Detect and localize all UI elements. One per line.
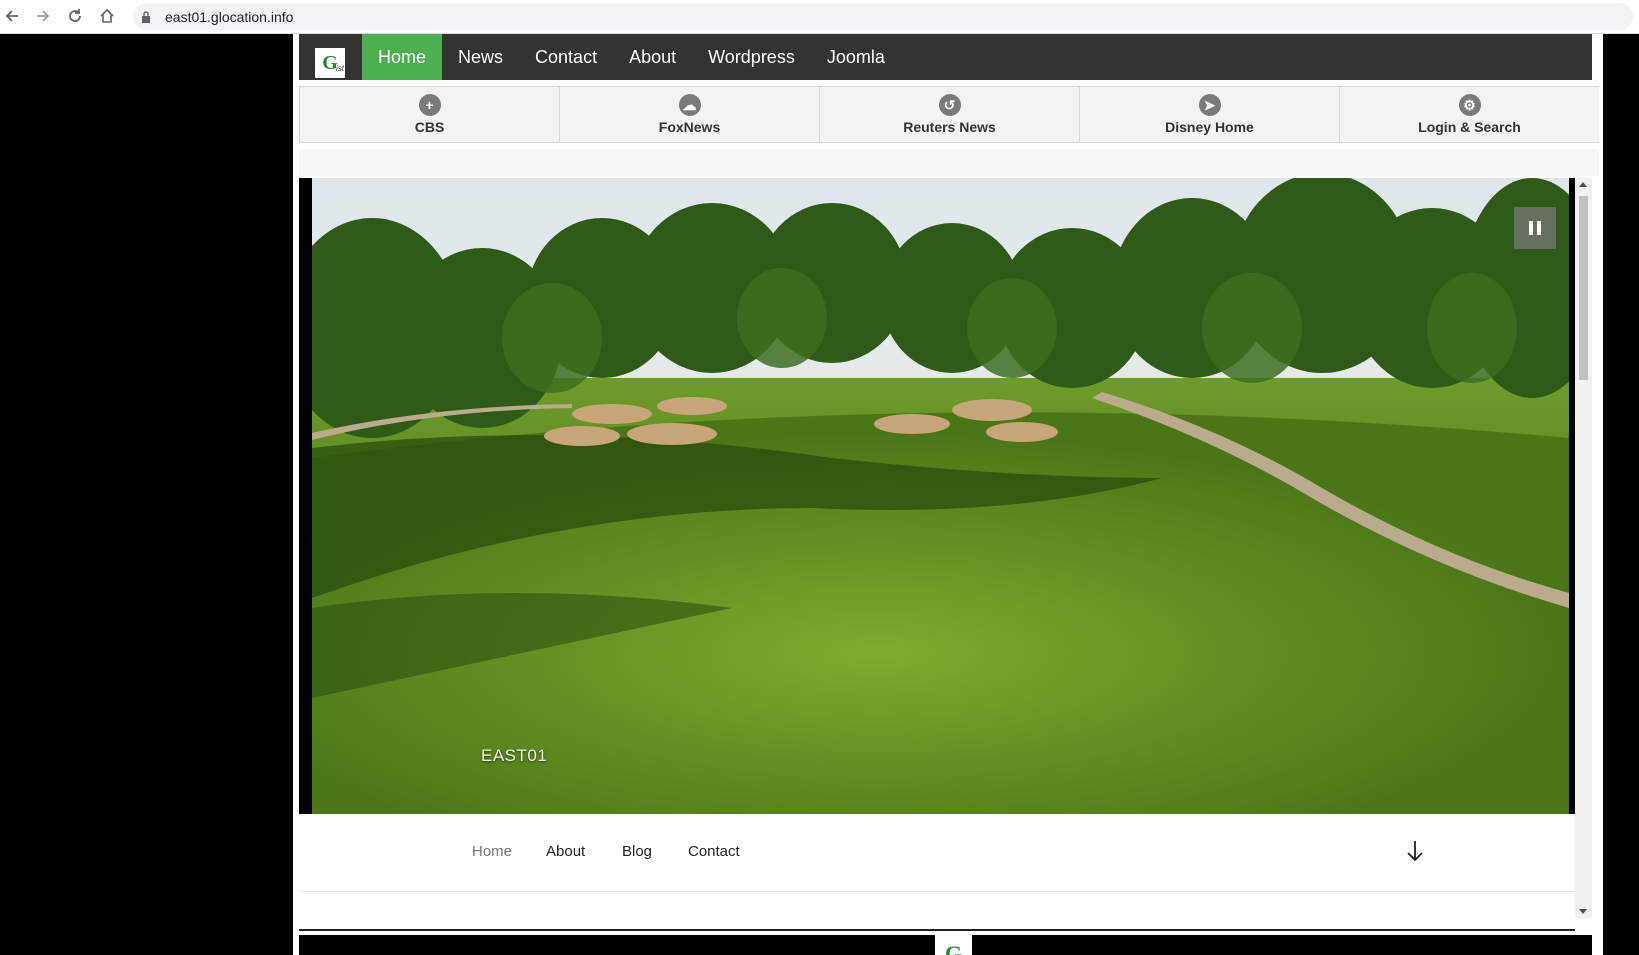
footer-logo-letter: G — [944, 940, 963, 955]
browser-toolbar: east01.glocation.info — [0, 0, 1639, 34]
reload-icon[interactable] — [63, 4, 87, 28]
iconbar-label: FoxNews — [658, 119, 721, 135]
footer-band: G — [299, 935, 1592, 955]
hero-video: EAST01 — [299, 178, 1575, 814]
nav-news[interactable]: News — [442, 34, 519, 80]
logo-suffix: ist — [336, 64, 344, 73]
pause-button[interactable] — [1514, 207, 1556, 249]
url-text: east01.glocation.info — [165, 8, 294, 25]
iconbar-label: Reuters News — [903, 119, 996, 135]
embedded-frame: EAST01 Home About Blog Contact G — [299, 178, 1592, 955]
secondary-navigation: Home About Blog Contact — [299, 814, 1575, 892]
page: G ist Home News Contact About Wordpress … — [293, 34, 1603, 955]
iconbar-cbs[interactable]: + CBS — [299, 87, 560, 142]
scrollbar-thumb[interactable] — [1579, 196, 1588, 380]
back-icon[interactable] — [0, 4, 24, 28]
divider — [299, 929, 1575, 931]
address-bar[interactable]: east01.glocation.info — [133, 3, 1633, 30]
forward-icon[interactable] — [31, 4, 55, 28]
iconbar-label: Disney Home — [1165, 119, 1254, 135]
subnav-about[interactable]: About — [546, 843, 585, 860]
footer-logo[interactable]: G — [935, 935, 972, 955]
scroll-down-icon[interactable] — [1579, 909, 1587, 914]
nav-joomla[interactable]: Joomla — [811, 34, 901, 80]
subnav-blog[interactable]: Blog — [622, 843, 652, 860]
refresh-icon: ↺ — [938, 94, 961, 116]
iconbar-label: Login & Search — [1418, 119, 1521, 135]
nav-wordpress[interactable]: Wordpress — [692, 34, 811, 80]
arrow-down-icon[interactable] — [1406, 839, 1424, 863]
spacer-strip — [299, 149, 1599, 176]
lock-icon — [141, 10, 155, 24]
gear-icon: ⚙ — [1458, 94, 1481, 116]
scrollbar[interactable] — [1575, 178, 1592, 918]
icon-bar: + CBS ☁ FoxNews ↺ Reuters News ➤ Disney … — [299, 86, 1599, 143]
site-logo[interactable]: G ist — [315, 48, 345, 78]
home-icon[interactable] — [95, 4, 119, 28]
plus-circle-icon: + — [418, 94, 441, 116]
golf-course-scene — [312, 178, 1569, 814]
subnav-contact[interactable]: Contact — [688, 843, 740, 860]
iconbar-label: CBS — [414, 119, 445, 135]
iconbar-foxnews[interactable]: ☁ FoxNews — [560, 87, 820, 142]
pause-icon — [1529, 221, 1533, 235]
iconbar-reuters[interactable]: ↺ Reuters News — [820, 87, 1080, 142]
site-title: EAST01 — [481, 746, 548, 765]
cloud-icon: ☁ — [678, 94, 701, 116]
nav-home[interactable]: Home — [362, 34, 443, 80]
iconbar-login-search[interactable]: ⚙ Login & Search — [1340, 87, 1599, 142]
scroll-up-icon[interactable] — [1579, 182, 1587, 187]
nav-contact[interactable]: Contact — [519, 34, 613, 80]
top-navigation: G ist Home News Contact About Wordpress … — [299, 34, 1592, 80]
iconbar-disney[interactable]: ➤ Disney Home — [1080, 87, 1340, 142]
location-arrow-icon: ➤ — [1198, 94, 1221, 116]
subnav-home[interactable]: Home — [472, 843, 512, 860]
nav-about[interactable]: About — [613, 34, 692, 80]
